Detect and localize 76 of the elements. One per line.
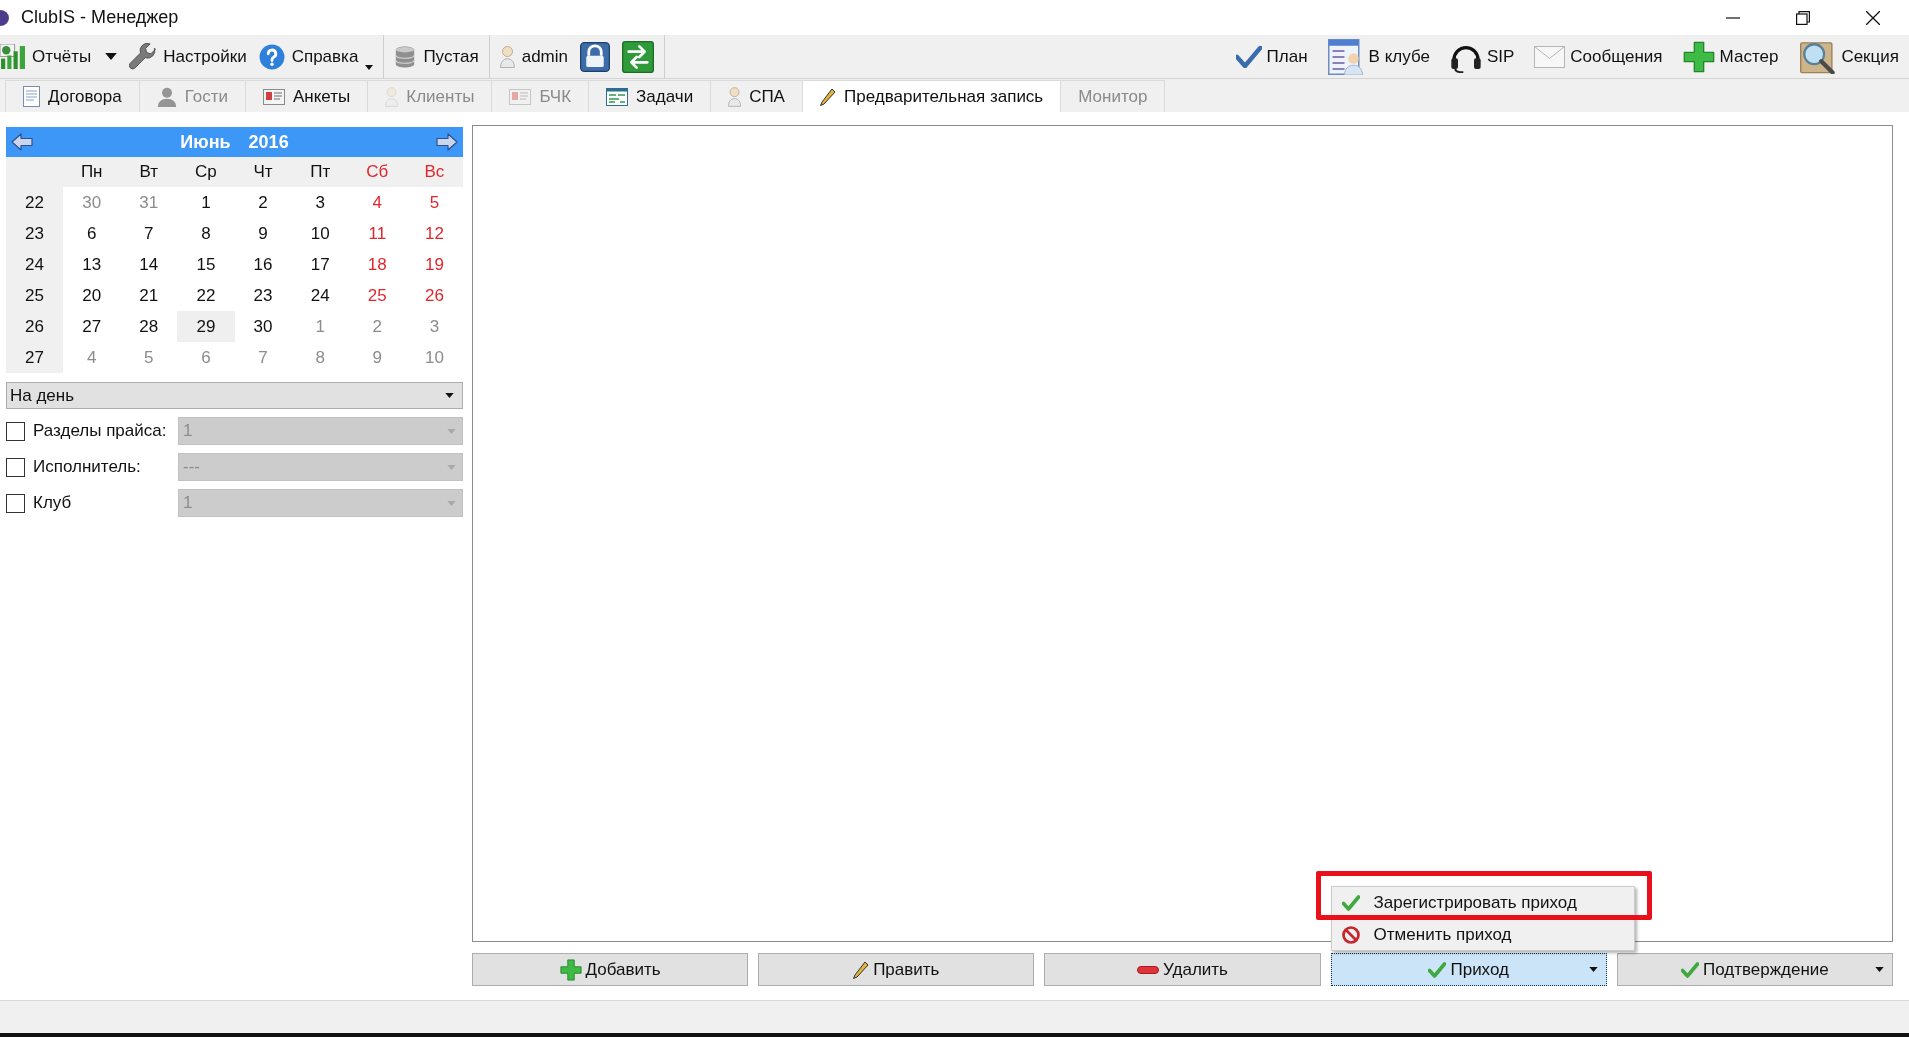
tab[interactable]: Договора xyxy=(5,80,140,112)
help-icon xyxy=(258,43,285,70)
toolbar-button[interactable]: План xyxy=(1235,38,1308,75)
caret-icon[interactable] xyxy=(105,53,118,60)
filter-label: Клуб xyxy=(33,492,73,515)
close-icon[interactable] xyxy=(1866,10,1880,25)
arrow-left-icon[interactable] xyxy=(11,133,33,151)
caret-icon xyxy=(447,428,456,434)
app-icon xyxy=(0,9,9,26)
toolbar-button[interactable]: Сообщения xyxy=(1534,38,1663,75)
week-number: 26 xyxy=(6,311,64,342)
week-number: 23 xyxy=(6,218,64,249)
filter-label: Разделы прайса: xyxy=(33,420,168,443)
check-icon xyxy=(1341,894,1360,911)
weekday-label: Вс xyxy=(423,161,446,184)
window-title: ClubIS - Менеджер xyxy=(21,6,179,29)
contact-list-icon xyxy=(1327,38,1364,75)
person-icon xyxy=(728,86,742,107)
check-icon xyxy=(1681,961,1699,978)
envelope-icon xyxy=(1534,45,1566,68)
restore-icon[interactable] xyxy=(1796,10,1810,25)
wrench-icon xyxy=(129,43,157,70)
filter-label: Исполнитель: xyxy=(33,456,142,479)
check-icon xyxy=(1235,45,1262,68)
caret-icon xyxy=(447,464,456,470)
person-icon xyxy=(156,86,177,107)
caret-icon xyxy=(365,64,374,70)
weekday-label: Пт xyxy=(309,161,332,184)
plus-icon xyxy=(1682,40,1715,73)
lock-icon[interactable] xyxy=(580,41,610,72)
id-card-icon xyxy=(262,88,285,105)
menu-item[interactable]: Отменить приход xyxy=(1331,921,1634,948)
action-button[interactable]: Подтверждение xyxy=(1616,953,1893,986)
toolbar-button[interactable]: Отчёты xyxy=(0,39,92,74)
arrow-right-icon[interactable] xyxy=(436,133,458,151)
caret-icon xyxy=(447,500,456,506)
toolbar-button[interactable]: Пустая xyxy=(394,39,479,74)
tab[interactable]: Предварительная запись xyxy=(801,80,1062,112)
week-number: 27 xyxy=(6,342,64,373)
minus-icon xyxy=(1137,965,1160,974)
toolbar-button[interactable]: admin xyxy=(499,39,568,74)
action-button[interactable]: Удалить xyxy=(1044,953,1321,986)
caret-icon xyxy=(445,393,454,398)
person-icon xyxy=(499,45,515,68)
table-icon xyxy=(606,87,629,106)
prohibited-icon xyxy=(1341,925,1360,944)
weekday-label: Пн xyxy=(79,161,104,184)
arrows-icon[interactable] xyxy=(622,40,654,73)
week-number: 25 xyxy=(6,280,64,311)
database-icon xyxy=(394,45,417,68)
week-number: 22 xyxy=(6,187,64,218)
action-button[interactable]: Править xyxy=(758,953,1035,986)
toolbar-button[interactable]: Секция xyxy=(1798,38,1899,75)
plus-icon xyxy=(559,958,582,981)
magnifier-icon xyxy=(1798,39,1837,74)
pencil-icon xyxy=(819,87,836,106)
check-icon xyxy=(1428,961,1447,978)
weekday-label: Чт xyxy=(252,161,274,184)
pencil-icon xyxy=(853,960,870,979)
toolbar-button[interactable]: Настройки xyxy=(129,39,247,74)
weekday-label: Вт xyxy=(138,161,160,184)
toolbar-button[interactable]: В клубе xyxy=(1327,38,1430,75)
person-icon xyxy=(385,86,399,107)
weekday-label: Ср xyxy=(194,161,218,184)
action-button[interactable]: Приход xyxy=(1330,953,1607,986)
menu-item[interactable]: Зарегистрировать приход xyxy=(1331,889,1634,916)
document-icon xyxy=(23,86,40,107)
toolbar-button[interactable]: SIP xyxy=(1449,38,1515,75)
weekday-label: Сб xyxy=(365,161,390,184)
toolbar-button[interactable]: Мастер xyxy=(1682,38,1779,75)
calendar-day[interactable]: 29 xyxy=(177,311,235,342)
week-number: 24 xyxy=(6,249,64,280)
toolbar-button[interactable]: Справка xyxy=(258,39,374,74)
period-select[interactable]: На день xyxy=(6,382,463,409)
id-card-icon xyxy=(509,88,532,105)
action-button[interactable]: Добавить xyxy=(472,953,749,986)
